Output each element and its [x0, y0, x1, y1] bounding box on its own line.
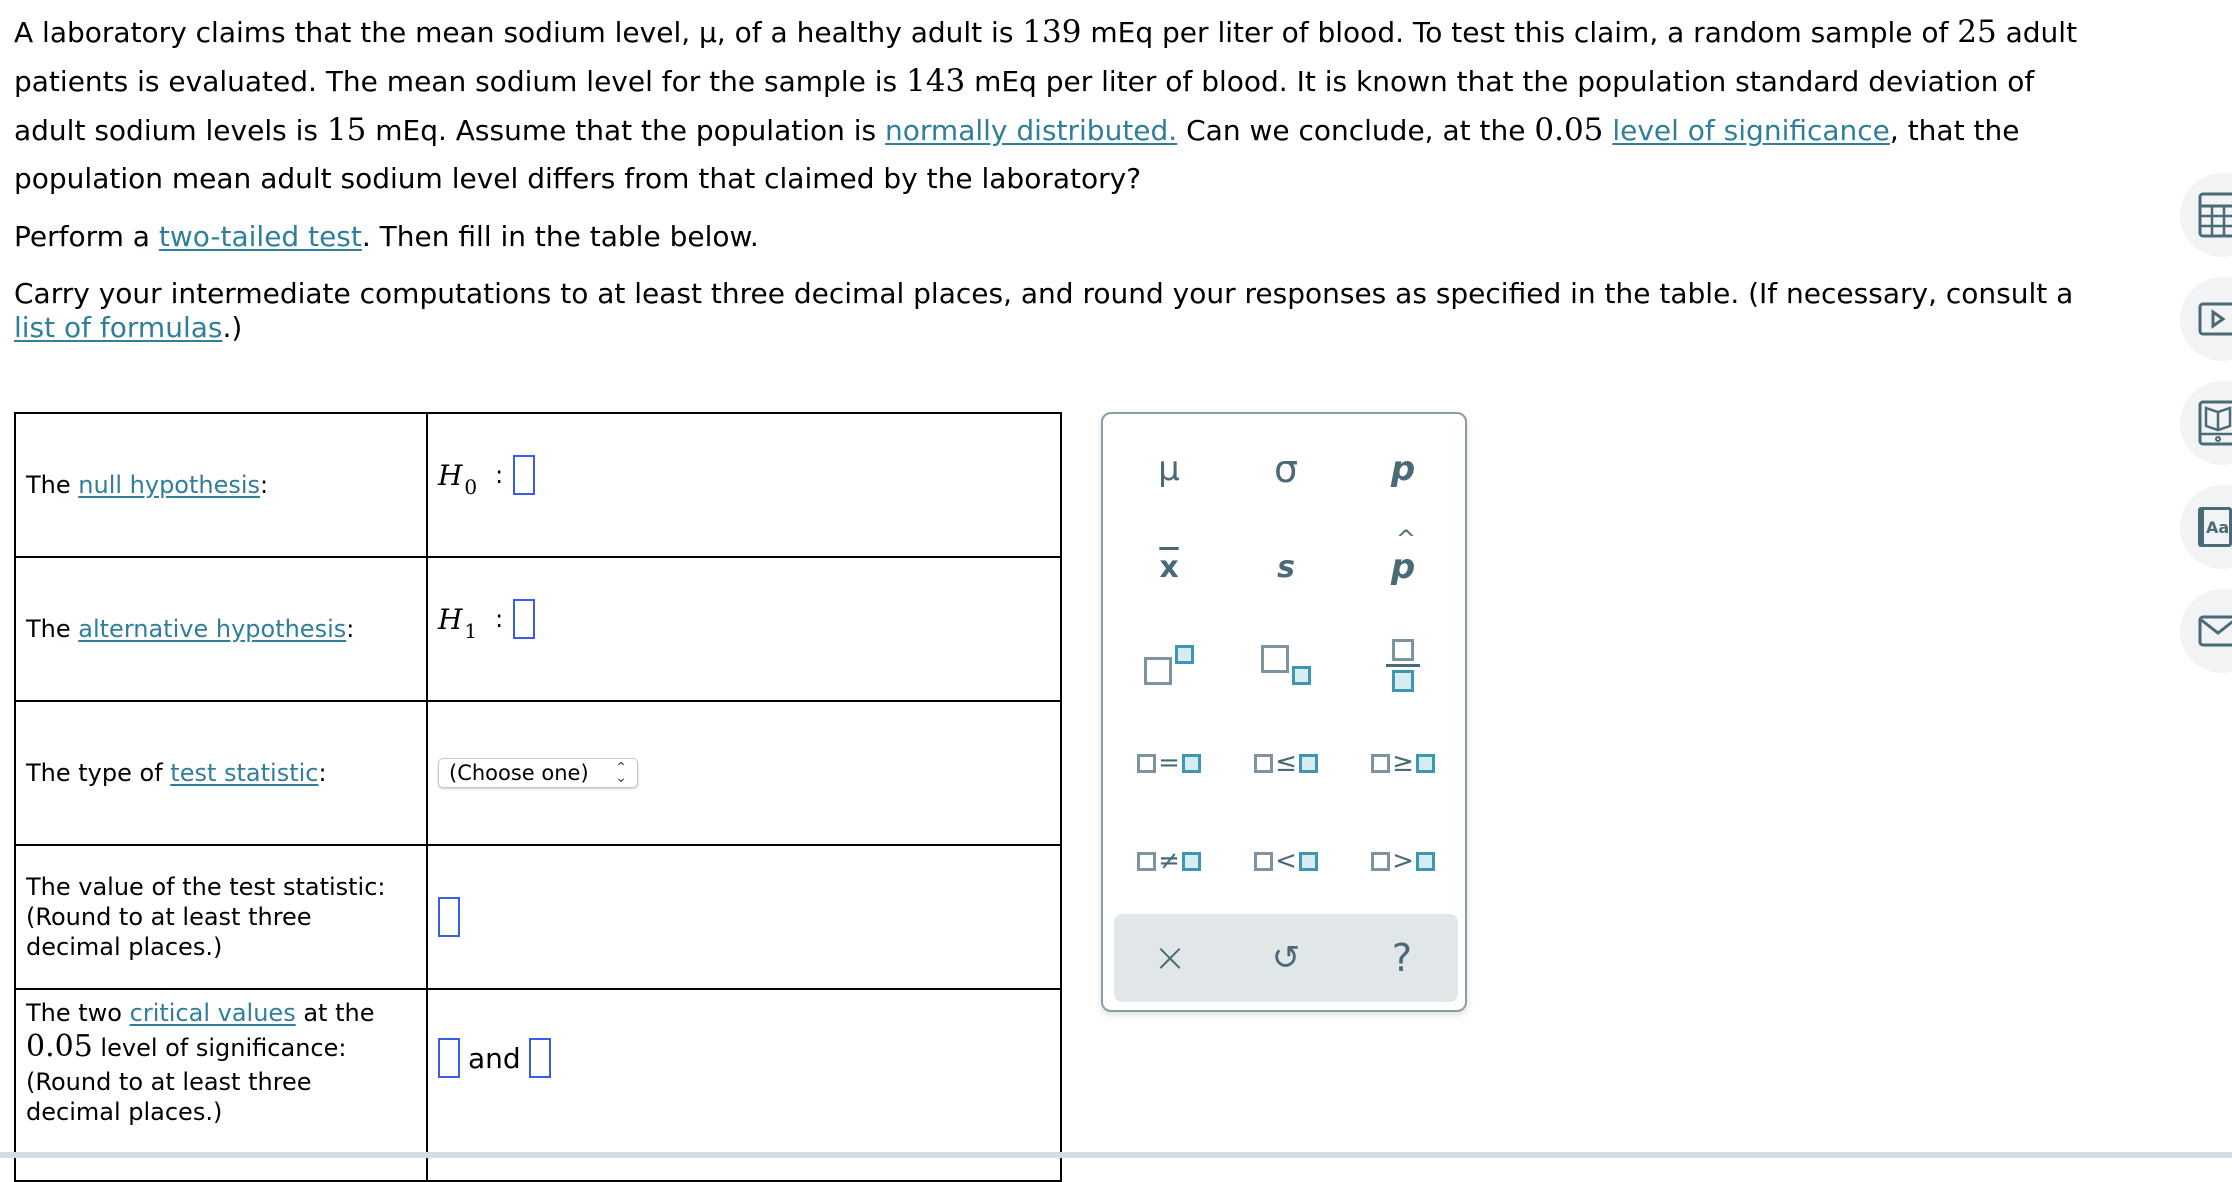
video-button[interactable] — [2180, 277, 2232, 361]
label-cell: The alternative hypothesis: — [14, 556, 428, 702]
calculator-icon — [2198, 192, 2232, 238]
link-list-of-formulas[interactable]: list of formulas — [14, 311, 222, 344]
alternative-hypothesis-input[interactable] — [513, 599, 536, 639]
s-icon: s — [1277, 549, 1295, 585]
help-icon: ? — [1391, 936, 1413, 980]
value-cell: (Choose one) ⌃ ⌄ — [426, 700, 1062, 846]
value-cell — [426, 844, 1062, 990]
value-cell: H0: — [426, 412, 1062, 558]
critical-alpha-value: 0.05 — [26, 1029, 93, 1064]
less-than-icon: < — [1275, 846, 1297, 876]
rounding-paragraph: Carry your intermediate computations to … — [14, 277, 2074, 344]
problem-paragraph: A laboratory claims that the mean sodium… — [14, 14, 2078, 195]
significance-level-value: 0.05 — [1534, 112, 1604, 148]
ebook-icon — [2198, 400, 2232, 446]
sigma-icon: σ — [1273, 447, 1299, 491]
claimed-mean-value: 139 — [1022, 14, 1082, 50]
calculator-button[interactable] — [2180, 173, 2232, 257]
test-statistic-input[interactable] — [438, 897, 460, 937]
link-critical-values[interactable]: critical values — [130, 999, 296, 1027]
clear-button[interactable]: × — [1120, 923, 1220, 993]
palette-superscript-button[interactable] — [1119, 630, 1219, 700]
test-statistic-type-select[interactable]: (Choose one) ⌃ ⌄ — [438, 758, 638, 788]
x-bar-icon: x — [1159, 549, 1179, 585]
bottom-scrollbar-track — [0, 1152, 2232, 1158]
symbol-palette: μ σ p x s ^ p = ≤ ≥ ≠ < > × ↺ ? — [1101, 412, 1467, 1012]
label-cell: The value of the test statistic: (Round … — [14, 844, 428, 990]
answer-table: The null hypothesis: H0: The alternative… — [14, 412, 1062, 1182]
link-level-of-significance[interactable]: level of significance — [1612, 114, 1890, 147]
critical-value-2-input[interactable] — [528, 1038, 551, 1078]
h1-expression: H1: — [438, 599, 536, 643]
critical-value-1-input[interactable] — [438, 1038, 460, 1078]
palette-s-button[interactable]: s — [1236, 532, 1336, 602]
table-row-test-statistic-type: The type of test statistic: (Choose one)… — [14, 700, 1062, 846]
link-null-hypothesis[interactable]: null hypothesis — [78, 471, 260, 499]
palette-leq-button[interactable]: ≤ — [1236, 728, 1336, 798]
palette-geq-button[interactable]: ≥ — [1353, 728, 1453, 798]
greater-than-icon: > — [1392, 846, 1414, 876]
palette-gt-button[interactable]: > — [1353, 826, 1453, 896]
h0-expression: H0: — [438, 455, 536, 499]
palette-fraction-button[interactable] — [1353, 630, 1453, 700]
palette-action-bar: × ↺ ? — [1114, 914, 1458, 1002]
value-cell: H1: — [426, 556, 1062, 702]
label-cell: The null hypothesis: — [14, 412, 428, 558]
null-hypothesis-input[interactable] — [513, 455, 536, 495]
video-icon — [2198, 302, 2232, 336]
less-equal-icon: ≤ — [1275, 748, 1297, 778]
link-test-statistic[interactable]: test statistic — [170, 759, 318, 787]
ebook-button[interactable] — [2180, 381, 2232, 465]
not-equal-icon: ≠ — [1158, 846, 1180, 876]
palette-phat-button[interactable]: ^ p — [1353, 525, 1453, 602]
palette-lt-button[interactable]: < — [1236, 826, 1336, 896]
palette-p-button[interactable]: p — [1353, 434, 1453, 504]
palette-equal-button[interactable]: = — [1119, 728, 1219, 798]
undo-button[interactable]: ↺ — [1236, 923, 1336, 993]
message-button[interactable] — [2180, 589, 2232, 673]
link-two-tailed-test[interactable]: two-tailed test — [159, 220, 362, 253]
link-normally-distributed[interactable]: normally distributed. — [885, 114, 1177, 147]
sample-size-value: 25 — [1957, 14, 1997, 50]
equals-icon: = — [1158, 748, 1180, 778]
label-cell: The type of test statistic: — [14, 700, 428, 846]
palette-sigma-button[interactable]: σ — [1236, 434, 1336, 504]
p-hat-icon: ^ p — [1390, 525, 1416, 587]
problem-statement: A laboratory claims that the mean sodium… — [14, 8, 2114, 345]
greater-equal-icon: ≥ — [1392, 748, 1414, 778]
palette-xbar-button[interactable]: x — [1119, 532, 1219, 602]
palette-neq-button[interactable]: ≠ — [1119, 826, 1219, 896]
fraction-icon — [1386, 638, 1420, 692]
table-row-test-statistic-value: The value of the test statistic: (Round … — [14, 844, 1062, 990]
palette-mu-button[interactable]: μ — [1119, 434, 1219, 504]
close-icon: × — [1153, 935, 1187, 981]
chevron-updown-icon: ⌃ ⌄ — [615, 760, 627, 786]
sample-mean-value: 143 — [906, 63, 966, 99]
p-icon: p — [1390, 449, 1416, 489]
link-alternative-hypothesis[interactable]: alternative hypothesis — [78, 615, 346, 643]
select-value: (Choose one) — [449, 761, 589, 785]
table-row-null-hypothesis: The null hypothesis: H0: — [14, 412, 1062, 558]
population-sd-value: 15 — [326, 112, 367, 148]
glossary-button[interactable]: Aa — [2180, 485, 2232, 569]
superscript-icon — [1144, 645, 1194, 685]
mu-icon: μ — [1158, 449, 1180, 489]
palette-subscript-button[interactable] — [1236, 630, 1336, 700]
message-icon — [2198, 615, 2232, 647]
subscript-icon — [1261, 645, 1311, 685]
table-row-alternative-hypothesis: The alternative hypothesis: H1: — [14, 556, 1062, 702]
glossary-icon: Aa — [2198, 507, 2232, 547]
instruction-paragraph: Perform a two-tailed test. Then fill in … — [14, 220, 759, 253]
help-button[interactable]: ? — [1352, 923, 1452, 993]
undo-icon: ↺ — [1271, 938, 1301, 978]
critical-values-inputs: and — [438, 1038, 551, 1078]
